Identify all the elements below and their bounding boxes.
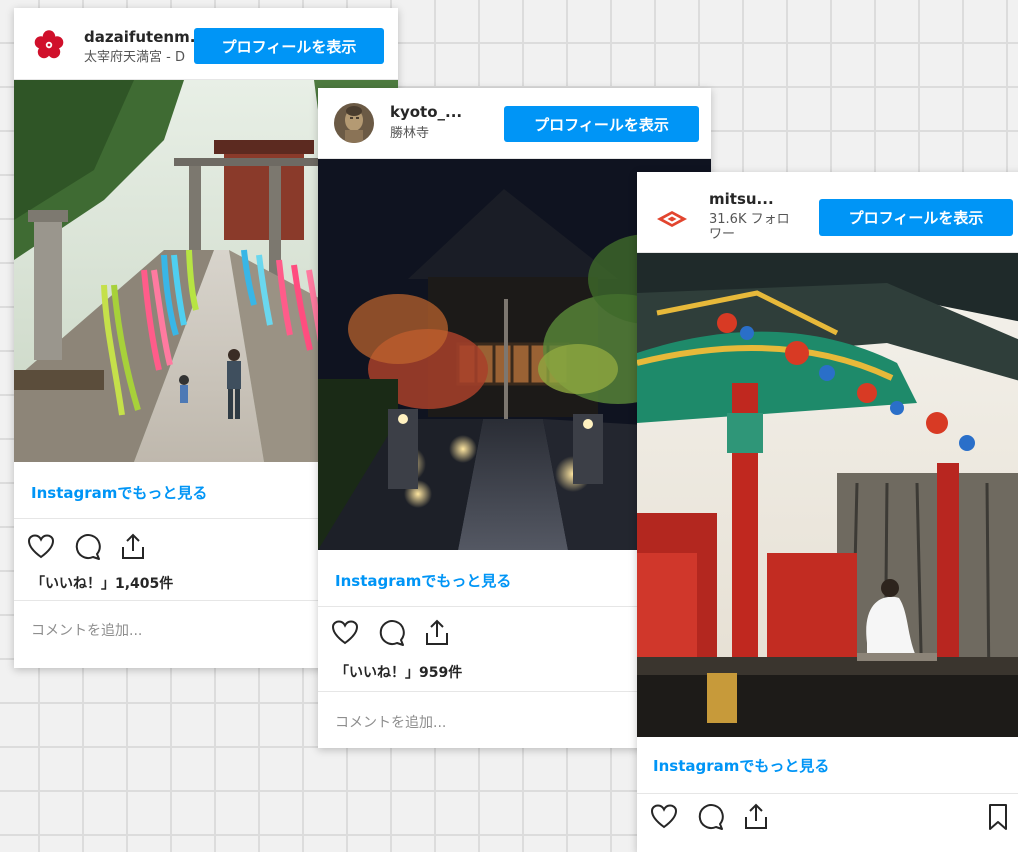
follower-count[interactable]: 31.6K フォロワー — [709, 212, 799, 242]
instagram-embed-card: mitsu... 31.6K フォロワー プロフィールを表示 Instagram… — [637, 172, 1018, 852]
heart-icon[interactable] — [649, 802, 679, 832]
location[interactable]: 太宰府天満宮 - D — [84, 50, 185, 65]
card-header: mitsu... 31.6K フォロワー プロフィールを表示 — [637, 172, 1018, 253]
instagram-more-link[interactable]: Instagramでもっと見る — [335, 570, 511, 591]
shrine-crest-logo-icon — [657, 211, 687, 227]
username[interactable]: kyoto_... — [390, 103, 462, 121]
username[interactable]: mitsu... — [709, 190, 774, 208]
card-header: dazaifutenm... 太宰府天満宮 - D プロフィールを表示 — [14, 8, 398, 80]
heart-icon[interactable] — [330, 618, 360, 648]
share-icon[interactable] — [741, 802, 771, 832]
card-header: kyoto_... 勝林寺 プロフィールを表示 — [318, 88, 711, 159]
plum-blossom-logo-icon — [34, 30, 64, 59]
add-comment-input[interactable]: コメントを追加... — [31, 620, 142, 640]
add-comment-input[interactable]: コメントを追加... — [335, 712, 446, 732]
divider — [637, 793, 1018, 794]
share-icon[interactable] — [118, 532, 148, 562]
bookmark-icon[interactable] — [983, 802, 1013, 832]
buddha-statue-avatar-icon — [334, 103, 374, 143]
avatar[interactable] — [32, 28, 66, 62]
comment-icon[interactable] — [376, 618, 406, 648]
heart-icon[interactable] — [26, 532, 56, 562]
username[interactable]: dazaifutenm... — [84, 28, 207, 46]
view-profile-button[interactable]: プロフィールを表示 — [819, 199, 1013, 236]
comment-icon[interactable] — [695, 802, 725, 832]
comment-icon[interactable] — [72, 532, 102, 562]
like-count[interactable]: 「いいね！」1,405件 — [31, 573, 173, 593]
view-profile-button[interactable]: プロフィールを表示 — [194, 28, 384, 64]
location[interactable]: 勝林寺 — [390, 126, 429, 141]
instagram-more-link[interactable]: Instagramでもっと見る — [653, 755, 829, 776]
instagram-more-link[interactable]: Instagramでもっと見る — [31, 482, 207, 503]
share-icon[interactable] — [422, 618, 452, 648]
action-bar — [649, 802, 1015, 832]
avatar[interactable] — [334, 103, 374, 143]
like-count[interactable]: 「いいね！」959件 — [335, 662, 462, 682]
avatar[interactable] — [653, 200, 691, 238]
view-profile-button[interactable]: プロフィールを表示 — [504, 106, 699, 142]
post-photo[interactable] — [637, 253, 1018, 737]
